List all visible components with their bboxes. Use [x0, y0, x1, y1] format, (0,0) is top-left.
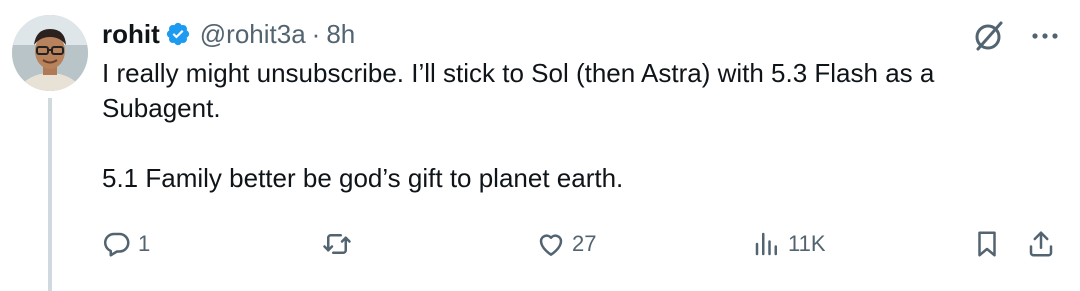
bookmark-icon — [978, 231, 996, 257]
tweet-paragraph: 5.1 Family better be god’s gift to plane… — [102, 163, 624, 193]
separator-dot: · — [311, 18, 321, 49]
share-icon — [1029, 231, 1053, 257]
grok-icon[interactable] — [972, 19, 1006, 53]
tweet-card: rohit @rohit3a · 8h I really might unsub… — [0, 0, 1080, 291]
retweet-icon — [323, 234, 351, 254]
like-count: 27 — [572, 231, 597, 256]
tweet-paragraph: I really might unsubscribe. I’ll stick t… — [102, 58, 935, 123]
reply-icon — [103, 232, 130, 257]
tweet-header: rohit @rohit3a · 8h — [102, 17, 355, 51]
bookmark-button[interactable] — [972, 228, 1002, 260]
tweet-text: I really might unsubscribe. I’ll stick t… — [102, 56, 1042, 196]
retweet-button[interactable] — [322, 228, 358, 260]
views-button[interactable]: 11K — [752, 228, 826, 260]
more-icon[interactable] — [1030, 24, 1060, 48]
share-button[interactable] — [1026, 228, 1056, 260]
reply-count: 1 — [138, 231, 151, 256]
views-count: 11K — [788, 231, 826, 256]
views-icon — [755, 232, 777, 256]
avatar[interactable] — [12, 15, 88, 91]
thread-line — [48, 98, 52, 291]
reply-button[interactable]: 1 — [102, 228, 150, 260]
timestamp[interactable]: 8h — [326, 19, 355, 50]
heart-icon — [539, 234, 563, 256]
author-handle[interactable]: @rohit3a — [200, 19, 306, 50]
author-name[interactable]: rohit — [102, 19, 160, 50]
verified-badge-icon — [165, 21, 191, 47]
like-button[interactable]: 27 — [536, 228, 596, 260]
